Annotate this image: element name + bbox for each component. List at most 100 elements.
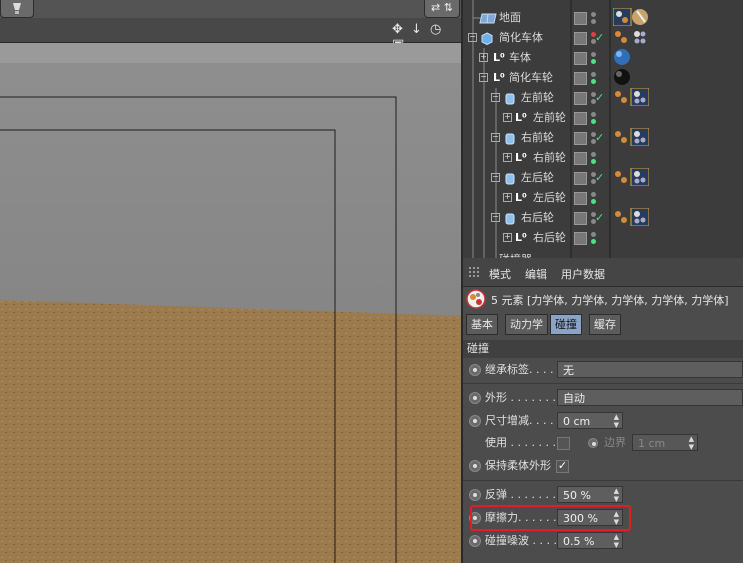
expand-icon[interactable]: + <box>503 113 512 122</box>
editor-visibility-icon[interactable] <box>574 112 587 125</box>
animate-radio[interactable] <box>469 460 481 472</box>
list-item[interactable]: 地面 <box>463 8 743 28</box>
list-item[interactable]: − L⁰ 简化车轮 <box>463 68 743 88</box>
dynamics-tag-icon[interactable] <box>613 28 649 46</box>
editor-visibility-icon[interactable] <box>574 192 587 205</box>
dynamics-tag-icon[interactable] <box>613 88 649 106</box>
visibility-dot[interactable] <box>591 12 596 17</box>
divider <box>463 480 743 481</box>
stepper-arrows-icon[interactable]: ▲ ▼ <box>614 413 619 429</box>
editor-visibility-icon[interactable] <box>574 92 587 105</box>
enabled-check-icon[interactable]: ✓ <box>595 28 604 48</box>
object-manager[interactable]: 地面 − 简化车体 ✓ + L⁰ 车体 − L⁰ 简化车轮 − 左前轮 ✓ + … <box>463 0 743 258</box>
material-icon[interactable] <box>613 68 631 86</box>
collapse-icon[interactable]: − <box>491 133 500 142</box>
enabled-check-icon[interactable]: ✓ <box>595 168 604 188</box>
3d-viewport[interactable]: ⇄ ⇅ ✥ ↓ ◷ ▣ <box>0 0 461 563</box>
keep-soft-shape-checkbox[interactable]: ✓ <box>556 460 569 473</box>
grip-icon[interactable] <box>469 267 481 277</box>
editor-visibility-icon[interactable] <box>574 32 587 45</box>
menu-edit[interactable]: 编辑 <box>525 266 547 282</box>
tab-cache[interactable]: 缓存 <box>589 314 621 335</box>
tab-basic[interactable]: 基本 <box>466 314 498 335</box>
layout-switch-icon[interactable]: ⇄ ⇅ <box>424 0 460 18</box>
animate-radio[interactable] <box>469 364 481 376</box>
dynamics-tag-icon[interactable] <box>613 168 649 186</box>
editor-visibility-icon[interactable] <box>574 12 587 25</box>
tab-collision[interactable]: 碰撞 <box>550 314 582 335</box>
editor-visibility-icon[interactable] <box>574 152 587 165</box>
tab-dynamics[interactable]: 动力学 <box>505 314 548 335</box>
viewport-scene[interactable] <box>0 43 461 563</box>
visibility-dot[interactable] <box>591 52 596 57</box>
animate-radio[interactable] <box>469 535 481 547</box>
animate-radio[interactable] <box>469 415 481 427</box>
dynamics-tag-icon[interactable] <box>613 128 649 146</box>
list-item[interactable]: − 左前轮 ✓ <box>463 88 743 108</box>
visibility-dot[interactable] <box>591 19 596 24</box>
collapse-icon[interactable]: − <box>491 213 500 222</box>
list-item[interactable]: + L⁰ 车体 <box>463 48 743 68</box>
visibility-dot[interactable] <box>591 152 596 157</box>
dynamics-tag-icon[interactable] <box>613 208 649 226</box>
editor-visibility-icon[interactable] <box>574 72 587 85</box>
editor-visibility-icon[interactable] <box>574 172 587 185</box>
enabled-check-icon[interactable]: ✓ <box>595 208 604 228</box>
size-increment-row: 尺寸增减. . . . 0 cm ▲ ▼ <box>463 411 743 431</box>
stepper-arrows-icon[interactable]: ▲ ▼ <box>614 487 619 503</box>
editor-visibility-icon[interactable] <box>574 132 587 145</box>
menu-mode[interactable]: 模式 <box>489 266 511 282</box>
menu-user-data[interactable]: 用户数据 <box>561 266 605 282</box>
visibility-dot[interactable] <box>591 79 596 84</box>
editor-visibility-icon[interactable] <box>574 232 587 245</box>
use-checkbox[interactable] <box>557 437 570 450</box>
collapse-icon[interactable]: − <box>491 173 500 182</box>
list-item[interactable]: + L⁰ 右前轮 <box>463 148 743 168</box>
visibility-dot[interactable] <box>591 199 596 204</box>
editor-visibility-icon[interactable] <box>574 52 587 65</box>
list-item[interactable]: 碰撞器 <box>463 248 743 258</box>
expand-icon[interactable]: + <box>503 193 512 202</box>
material-tags-icon[interactable] <box>613 8 649 26</box>
visibility-dot[interactable] <box>591 119 596 124</box>
stepper-arrows-icon[interactable]: ▲ ▼ <box>689 435 694 451</box>
viewport-top-strip <box>0 0 461 18</box>
visibility-dot[interactable] <box>591 159 596 164</box>
animate-radio[interactable] <box>588 438 598 448</box>
list-item[interactable]: − 右后轮 ✓ <box>463 208 743 228</box>
collision-noise-field[interactable]: 0.5 % ▲ ▼ <box>557 532 623 549</box>
visibility-dot[interactable] <box>591 59 596 64</box>
list-item[interactable]: + L⁰ 左前轮 <box>463 108 743 128</box>
stepper-arrows-icon[interactable]: ▲ ▼ <box>614 533 619 549</box>
expand-icon[interactable]: + <box>503 233 512 242</box>
light-icon[interactable] <box>0 0 34 18</box>
viewport-nav-icons[interactable]: ✥ ↓ ◷ ▣ <box>392 22 461 52</box>
collapse-icon[interactable]: − <box>479 73 488 82</box>
list-item[interactable]: − 左后轮 ✓ <box>463 168 743 188</box>
visibility-dot[interactable] <box>591 72 596 77</box>
border-field[interactable]: 1 cm ▲ ▼ <box>632 434 698 451</box>
visibility-dot[interactable] <box>591 232 596 237</box>
size-increment-field[interactable]: 0 cm ▲ ▼ <box>557 412 623 429</box>
list-item[interactable]: + L⁰ 右后轮 <box>463 228 743 248</box>
collapse-icon[interactable]: − <box>468 33 477 42</box>
bounce-field[interactable]: 50 % ▲ ▼ <box>557 486 623 503</box>
material-icon[interactable] <box>613 48 631 66</box>
enabled-check-icon[interactable]: ✓ <box>595 88 604 108</box>
list-item[interactable]: + L⁰ 左后轮 <box>463 188 743 208</box>
expand-icon[interactable]: + <box>503 153 512 162</box>
floor-icon <box>479 13 497 24</box>
enabled-check-icon[interactable]: ✓ <box>595 128 604 148</box>
visibility-dot[interactable] <box>591 192 596 197</box>
editor-visibility-icon[interactable] <box>574 212 587 225</box>
animate-radio[interactable] <box>469 392 481 404</box>
animate-radio[interactable] <box>469 489 481 501</box>
list-item[interactable]: − 简化车体 ✓ <box>463 28 743 48</box>
collapse-icon[interactable]: − <box>491 93 500 102</box>
expand-icon[interactable]: + <box>479 53 488 62</box>
visibility-dot[interactable] <box>591 112 596 117</box>
list-item[interactable]: − 右前轮 ✓ <box>463 128 743 148</box>
inherit-tag-select[interactable]: 无 <box>557 361 743 378</box>
visibility-dot[interactable] <box>591 239 596 244</box>
shape-select[interactable]: 自动 <box>557 389 743 406</box>
